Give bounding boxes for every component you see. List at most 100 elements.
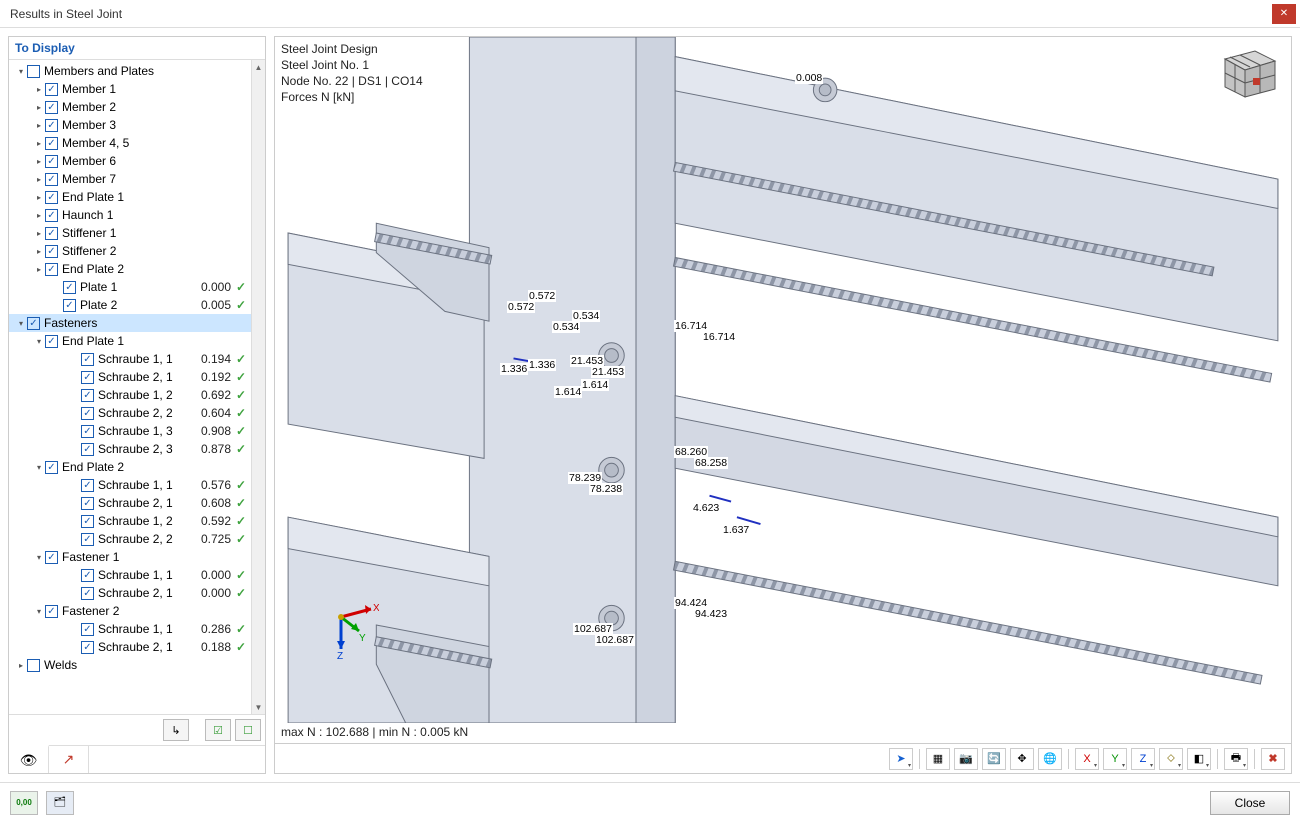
tb-globe-button[interactable]: 🌐 (1038, 748, 1062, 770)
checkbox[interactable]: ✓ (81, 587, 94, 600)
tree-item[interactable]: ▸✓Schraube 1, 10.194✓ (9, 350, 251, 368)
checkbox[interactable]: ✓ (45, 551, 58, 564)
checkbox[interactable]: ✓ (63, 281, 76, 294)
checkbox[interactable]: ✓ (81, 497, 94, 510)
checkbox[interactable]: ✓ (45, 173, 58, 186)
chevron-right-icon[interactable]: ▸ (33, 101, 45, 113)
tb-vector-button[interactable]: ➤▾ (889, 748, 913, 770)
tree-item[interactable]: ▸✓End Plate 1 (9, 188, 251, 206)
tb-view-x-button[interactable]: X▾ (1075, 748, 1099, 770)
tree-item[interactable]: ▸✓Member 6 (9, 152, 251, 170)
tree-item[interactable]: ▸✓Member 2 (9, 98, 251, 116)
chevron-right-icon[interactable]: ▸ (33, 227, 45, 239)
tool-uncheck-all-button[interactable]: ☐ (235, 719, 261, 741)
tree-item[interactable]: ▾✓Fastener 1 (9, 548, 251, 566)
tb-move-button[interactable]: ✥ (1010, 748, 1034, 770)
tree-item[interactable]: ▸✓Schraube 2, 10.000✓ (9, 584, 251, 602)
tree-item[interactable]: ▸✓End Plate 2 (9, 260, 251, 278)
checkbox[interactable]: ✓ (45, 155, 58, 168)
checkbox[interactable]: ✓ (45, 263, 58, 276)
tb-grid-button[interactable]: ▦ (926, 748, 950, 770)
tree-item[interactable]: ▸✓Member 7 (9, 170, 251, 188)
chevron-right-icon[interactable]: ▸ (33, 83, 45, 95)
chevron-down-icon[interactable]: ▾ (15, 65, 27, 77)
tree-scrollbar[interactable]: ▲ ▼ (251, 60, 265, 714)
tb-camera-button[interactable]: 📷 (954, 748, 978, 770)
chevron-right-icon[interactable]: ▸ (33, 119, 45, 131)
bottom-units-button[interactable]: 0,00 (10, 791, 38, 815)
tree-item[interactable]: ▾✓End Plate 1 (9, 332, 251, 350)
tree-item[interactable]: ▾✓Members and Plates (9, 62, 251, 80)
tree-item[interactable]: ▾✓Fastener 2 (9, 602, 251, 620)
checkbox[interactable]: ✓ (81, 569, 94, 582)
chevron-down-icon[interactable]: ▾ (33, 335, 45, 347)
tb-reset-button[interactable]: ✖ (1261, 748, 1285, 770)
bottom-table-button[interactable]: 🗂 (46, 791, 74, 815)
chevron-right-icon[interactable]: ▸ (33, 263, 45, 275)
tree-item[interactable]: ▸✓Haunch 1 (9, 206, 251, 224)
checkbox[interactable]: ✓ (45, 191, 58, 204)
checkbox[interactable]: ✓ (45, 83, 58, 96)
scroll-down-icon[interactable]: ▼ (252, 700, 265, 714)
tree-item[interactable]: ▸✓Plate 20.005✓ (9, 296, 251, 314)
tree-item[interactable]: ▸✓Schraube 2, 20.604✓ (9, 404, 251, 422)
tree-item[interactable]: ▸✓Schraube 2, 10.608✓ (9, 494, 251, 512)
tree-item[interactable]: ▾✓End Plate 2 (9, 458, 251, 476)
checkbox[interactable]: ✓ (27, 65, 40, 78)
chevron-down-icon[interactable]: ▾ (15, 317, 27, 329)
checkbox[interactable]: ✓ (27, 317, 40, 330)
tb-view-iso-button[interactable]: ⬦▾ (1159, 748, 1183, 770)
tree-item[interactable]: ▸✓Schraube 1, 10.000✓ (9, 566, 251, 584)
checkbox[interactable]: ✓ (63, 299, 76, 312)
tree-item[interactable]: ▸✓Schraube 2, 10.192✓ (9, 368, 251, 386)
tab-eye[interactable]: 👁 (9, 745, 49, 773)
tb-rotate-button[interactable]: 🔄 (982, 748, 1006, 770)
chevron-right-icon[interactable]: ▸ (33, 245, 45, 257)
checkbox[interactable]: ✓ (45, 119, 58, 132)
tree-item[interactable]: ▸✓Stiffener 2 (9, 242, 251, 260)
checkbox[interactable]: ✓ (81, 371, 94, 384)
tb-view-cube-button[interactable]: ◧▾ (1187, 748, 1211, 770)
chevron-right-icon[interactable]: ▸ (33, 173, 45, 185)
chevron-right-icon[interactable]: ▸ (33, 155, 45, 167)
chevron-right-icon[interactable]: ▸ (33, 137, 45, 149)
display-tree[interactable]: ▾✓Members and Plates▸✓Member 1▸✓Member 2… (9, 60, 251, 714)
tool-check-all-button[interactable]: ☑ (205, 719, 231, 741)
tree-item[interactable]: ▸✓Schraube 2, 10.188✓ (9, 638, 251, 656)
tree-item[interactable]: ▸✓Welds (9, 656, 251, 674)
tree-item[interactable]: ▾✓Fasteners (9, 314, 251, 332)
viewport-canvas[interactable]: Steel Joint Design Steel Joint No. 1 Nod… (275, 37, 1291, 723)
checkbox[interactable]: ✓ (45, 101, 58, 114)
checkbox[interactable]: ✓ (45, 335, 58, 348)
tree-item[interactable]: ▸✓Schraube 1, 30.908✓ (9, 422, 251, 440)
tb-view-z-button[interactable]: Z▾ (1131, 748, 1155, 770)
close-button[interactable]: Close (1210, 791, 1290, 815)
tb-print-button[interactable]: 🖶▾ (1224, 748, 1248, 770)
checkbox[interactable]: ✓ (81, 425, 94, 438)
checkbox[interactable]: ✓ (81, 443, 94, 456)
axis-widget[interactable]: X Y Z (321, 587, 379, 659)
tree-item[interactable]: ▸✓Schraube 1, 10.576✓ (9, 476, 251, 494)
scroll-up-icon[interactable]: ▲ (252, 60, 265, 74)
tree-item[interactable]: ▸✓Stiffener 1 (9, 224, 251, 242)
tree-item[interactable]: ▸✓Member 1 (9, 80, 251, 98)
checkbox[interactable]: ✓ (45, 245, 58, 258)
checkbox[interactable]: ✓ (45, 137, 58, 150)
chevron-down-icon[interactable]: ▾ (33, 551, 45, 563)
checkbox[interactable]: ✓ (45, 227, 58, 240)
tree-item[interactable]: ▸✓Schraube 2, 20.725✓ (9, 530, 251, 548)
checkbox[interactable]: ✓ (45, 209, 58, 222)
view-cube[interactable] (1213, 45, 1277, 103)
tree-item[interactable]: ▸✓Schraube 1, 20.592✓ (9, 512, 251, 530)
tree-item[interactable]: ▸✓Schraube 2, 30.878✓ (9, 440, 251, 458)
checkbox[interactable]: ✓ (81, 641, 94, 654)
checkbox[interactable]: ✓ (81, 623, 94, 636)
checkbox[interactable]: ✓ (81, 533, 94, 546)
tb-view-y-button[interactable]: Y▾ (1103, 748, 1127, 770)
tree-item[interactable]: ▸✓Schraube 1, 20.692✓ (9, 386, 251, 404)
tree-item[interactable]: ▸✓Member 3 (9, 116, 251, 134)
tree-item[interactable]: ▸✓Plate 10.000✓ (9, 278, 251, 296)
close-icon[interactable]: ✕ (1272, 4, 1296, 24)
checkbox[interactable]: ✓ (81, 479, 94, 492)
chevron-right-icon[interactable]: ▸ (33, 209, 45, 221)
